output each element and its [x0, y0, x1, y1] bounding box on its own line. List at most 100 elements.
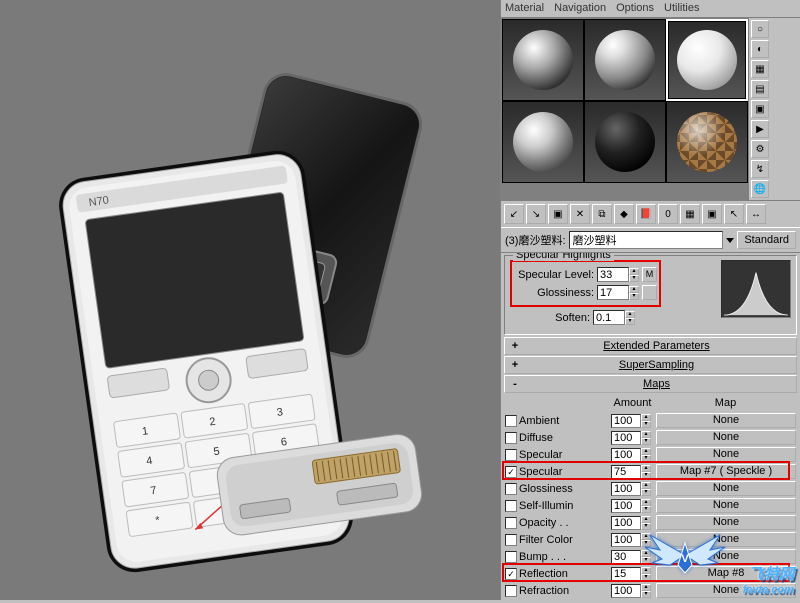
map-checkbox[interactable]: ✓: [505, 466, 517, 478]
material-type-button[interactable]: Standard: [737, 231, 796, 249]
rollout-extended[interactable]: + Extended Parameters: [504, 337, 797, 355]
rollout-maps[interactable]: - Maps: [504, 375, 797, 393]
map-row: Self-Illumin▴▾None: [505, 497, 796, 514]
menu-navigation[interactable]: Navigation: [554, 2, 606, 15]
map-label: Diffuse: [519, 432, 609, 444]
map-checkbox[interactable]: [505, 500, 517, 512]
specular-level-map-button[interactable]: M: [642, 267, 657, 282]
map-amount-input[interactable]: [611, 567, 641, 581]
highlight-graph: [721, 260, 791, 318]
expand-icon: +: [509, 340, 521, 352]
map-amount-input[interactable]: [611, 431, 641, 445]
map-slot-button[interactable]: None: [656, 549, 796, 564]
map-row: Filter Color▴▾None: [505, 531, 796, 548]
put-to-library-icon[interactable]: 📕: [636, 204, 656, 224]
map-amount-input[interactable]: [611, 550, 641, 564]
map-amount-input[interactable]: [611, 448, 641, 462]
material-name-input[interactable]: [569, 231, 724, 249]
glossiness-spinner[interactable]: ▴▾: [597, 285, 639, 300]
specular-level-spinner[interactable]: ▴▾: [597, 267, 639, 282]
put-to-scene-icon[interactable]: ↘: [526, 204, 546, 224]
map-row: Bump . . .▴▾None: [505, 548, 796, 565]
map-slot-button[interactable]: None: [656, 532, 796, 547]
material-slot-6[interactable]: [666, 101, 748, 183]
get-material-icon[interactable]: ↙: [504, 204, 524, 224]
map-checkbox[interactable]: [505, 449, 517, 461]
map-amount-input[interactable]: [611, 465, 641, 479]
maps-list: Amount Map Ambient▴▾NoneDiffuse▴▾NoneSpe…: [501, 394, 800, 600]
map-amount-input[interactable]: [611, 584, 641, 598]
menu-utilities[interactable]: Utilities: [664, 2, 699, 15]
mat-id-icon[interactable]: 0: [658, 204, 678, 224]
background-icon[interactable]: ▦: [751, 60, 769, 78]
map-checkbox[interactable]: [505, 534, 517, 546]
show-map-icon[interactable]: ▦: [680, 204, 700, 224]
map-row: ✓Reflection▴▾Map #8: [505, 565, 796, 582]
menu-bar: Material Navigation Options Utilities: [501, 0, 800, 18]
map-amount-input[interactable]: [611, 499, 641, 513]
sample-type-icon[interactable]: ○: [751, 20, 769, 38]
map-checkbox[interactable]: [505, 432, 517, 444]
backlight-icon[interactable]: ◐: [751, 40, 769, 58]
map-slot-button[interactable]: None: [656, 430, 796, 445]
options-icon[interactable]: ⚙: [751, 140, 769, 158]
map-label: Ambient: [519, 415, 609, 427]
viewport-3d[interactable]: N70 1 2 3 4 5 6 7 8 9 * 0 #: [0, 0, 500, 600]
material-slot-5[interactable]: [584, 101, 666, 183]
show-end-result-icon[interactable]: ▣: [702, 204, 722, 224]
make-preview-icon[interactable]: ▶: [751, 120, 769, 138]
map-checkbox[interactable]: [505, 585, 517, 597]
map-slot-button[interactable]: Map #8: [656, 566, 796, 581]
make-copy-icon[interactable]: ⧉: [592, 204, 612, 224]
menu-material[interactable]: Material: [505, 2, 544, 15]
map-row: ✓Specular▴▾Map #7 ( Speckle ): [505, 463, 796, 480]
material-slot-2[interactable]: [584, 19, 666, 101]
map-amount-input[interactable]: [611, 533, 641, 547]
map-label: Filter Color: [519, 534, 609, 546]
rollout-supersampling[interactable]: + SuperSampling: [504, 356, 797, 374]
map-checkbox[interactable]: [505, 415, 517, 427]
map-slot-button[interactable]: None: [656, 515, 796, 530]
map-slot-button[interactable]: Map #7 ( Speckle ): [656, 464, 796, 479]
reset-map-icon[interactable]: ✕: [570, 204, 590, 224]
material-slot-3[interactable]: [666, 19, 748, 101]
mat-map-nav-icon[interactable]: 🌐: [751, 180, 769, 198]
map-row: Opacity . .▴▾None: [505, 514, 796, 531]
map-label: Specular: [519, 466, 609, 478]
map-amount-input[interactable]: [611, 516, 641, 530]
dropdown-icon[interactable]: [726, 238, 734, 243]
map-checkbox[interactable]: ✓: [505, 568, 517, 580]
make-unique-icon[interactable]: ◆: [614, 204, 634, 224]
map-label: Bump . . .: [519, 551, 609, 563]
assign-to-sel-icon[interactable]: ▣: [548, 204, 568, 224]
map-label: Glossiness: [519, 483, 609, 495]
soften-spinner[interactable]: ▴▾: [593, 310, 635, 325]
specular-level-label: Specular Level:: [514, 269, 594, 281]
map-slot-button[interactable]: None: [656, 481, 796, 496]
menu-options[interactable]: Options: [616, 2, 654, 15]
map-slot-button[interactable]: None: [656, 583, 796, 598]
material-slot-4[interactable]: [502, 101, 584, 183]
slot-index-label: (3)磨沙塑料:: [505, 232, 566, 248]
map-checkbox[interactable]: [505, 551, 517, 563]
map-slot-button[interactable]: None: [656, 413, 796, 428]
map-slot-button[interactable]: None: [656, 447, 796, 462]
go-sibling-icon[interactable]: ↔: [746, 204, 766, 224]
go-parent-icon[interactable]: ↖: [724, 204, 744, 224]
map-checkbox[interactable]: [505, 483, 517, 495]
map-slot-button[interactable]: None: [656, 498, 796, 513]
glossiness-map-button[interactable]: [642, 285, 657, 300]
select-by-mat-icon[interactable]: ↯: [751, 160, 769, 178]
group-title: Specular Highlights: [513, 253, 614, 261]
sample-uv-icon[interactable]: ▤: [751, 80, 769, 98]
video-check-icon[interactable]: ▣: [751, 100, 769, 118]
specular-highlights-group: Specular Highlights Specular Level: ▴▾ M…: [504, 255, 797, 335]
map-amount-input[interactable]: [611, 414, 641, 428]
map-label: Self-Illumin: [519, 500, 609, 512]
material-name-row: (3)磨沙塑料: Standard: [501, 228, 800, 253]
map-amount-input[interactable]: [611, 482, 641, 496]
material-slot-1[interactable]: [502, 19, 584, 101]
material-editor-panel: Material Navigation Options Utilities ○ …: [500, 0, 800, 600]
map-label: Refraction: [519, 585, 609, 597]
map-checkbox[interactable]: [505, 517, 517, 529]
